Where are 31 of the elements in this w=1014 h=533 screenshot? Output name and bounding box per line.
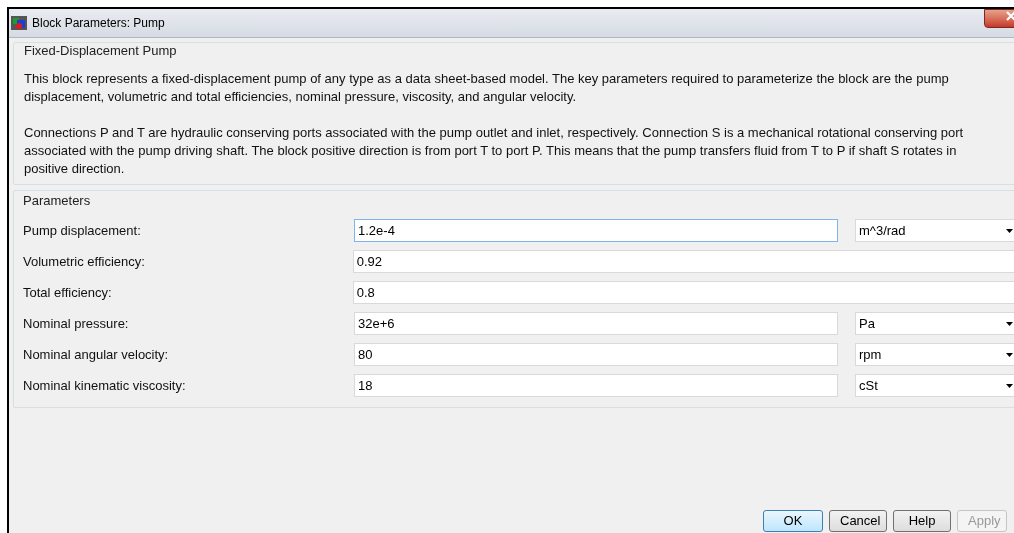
parameter-label: Volumetric efficiency: xyxy=(23,252,146,271)
dropdown-arrow-icon xyxy=(1006,352,1013,357)
parameter-field[interactable]: 32e+6 xyxy=(354,312,838,335)
group-title: Parameters xyxy=(23,192,92,210)
dropdown-arrow-icon xyxy=(1006,321,1013,326)
parameter-label: Nominal angular velocity: xyxy=(23,345,170,364)
description-text: Connections P and T are hydraulic conserving ports associated with the pump outlet and inlet, respectively. Connection S is a mechanical rotational conserving port associated with the pump driving shaft. The block positive direction is from port T to port P. This means that the pump transfers fluid from T to P if shaft S rotates in positive direction. xyxy=(24,124,965,178)
unit-dropdown[interactable]: rpm xyxy=(855,343,1014,366)
unit-dropdown[interactable]: cSt xyxy=(855,374,1014,397)
unit-dropdown[interactable]: m^3/rad xyxy=(855,219,1014,242)
parameter-field[interactable]: 0.92 xyxy=(352,250,1014,273)
close-button[interactable] xyxy=(984,9,1014,28)
dialog-button[interactable]: Help xyxy=(893,510,951,532)
parameter-label: Nominal pressure: xyxy=(23,314,130,333)
close-icon xyxy=(1006,11,1014,21)
description-text: This block represents a fixed-displacement pump of any type as a data sheet-based model. The key parameters required to parameterize the block are the pump displacement, volumetric and total efficiencies, nominal pressure, viscosity, and angular velocity. xyxy=(24,70,950,106)
parameter-field[interactable]: 1.2e-4 xyxy=(354,219,838,242)
dropdown-arrow-icon xyxy=(1006,383,1013,388)
app-icon xyxy=(11,15,27,31)
parameter-label: Total efficiency: xyxy=(23,283,113,302)
group-title: Fixed-Displacement Pump xyxy=(24,42,178,60)
parameter-field[interactable]: 18 xyxy=(354,374,838,397)
window-title: Block Parameters: Pump xyxy=(32,15,165,32)
parameter-label: Pump displacement: xyxy=(23,221,142,240)
unit-dropdown[interactable]: Pa xyxy=(855,312,1014,335)
dialog-button[interactable]: Cancel xyxy=(829,510,887,532)
parameter-field[interactable]: 0.8 xyxy=(352,281,1014,304)
parameter-label: Nominal kinematic viscosity: xyxy=(23,376,187,395)
parameter-field[interactable]: 80 xyxy=(354,343,838,366)
dropdown-arrow-icon xyxy=(1006,228,1013,233)
dialog-button[interactable]: OK xyxy=(763,510,823,532)
